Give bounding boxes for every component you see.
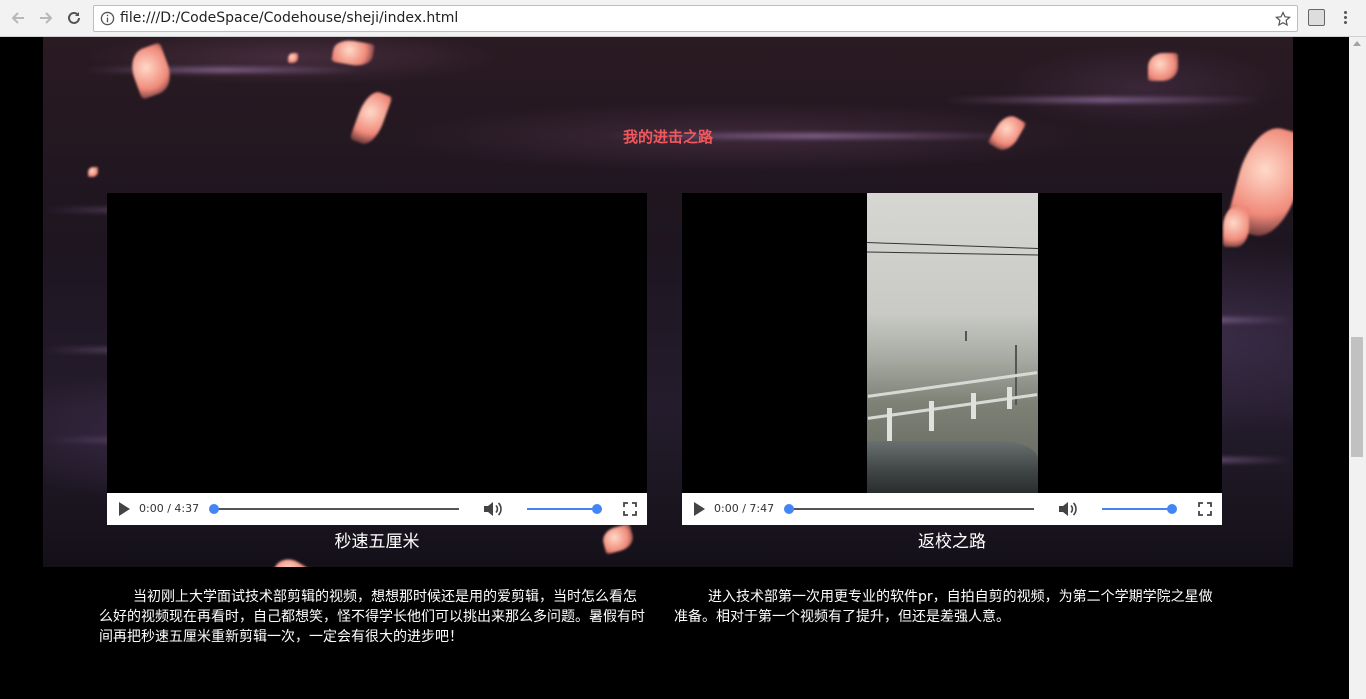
- video-player-2[interactable]: 0:00 / 7:47: [682, 193, 1222, 525]
- reload-icon[interactable]: [63, 7, 85, 29]
- seek-handle[interactable]: [209, 504, 219, 514]
- video-description-1: 当初刚上大学面试技术部剪辑的视频，想想那时候还是用的爱剪辑，当时怎么看怎么好的视…: [99, 589, 645, 645]
- scroll-up-icon[interactable]: [1353, 41, 1361, 46]
- video-controls: 0:00 / 4:37: [107, 493, 647, 525]
- video-thumbnail: [867, 193, 1038, 493]
- back-arrow-icon[interactable]: [7, 7, 29, 29]
- bookmark-star-icon[interactable]: [1275, 11, 1291, 27]
- scrollbar-thumb[interactable]: [1351, 337, 1363, 457]
- seek-bar[interactable]: [209, 504, 459, 514]
- section-title: 我的进击之路: [622, 128, 713, 146]
- forward-arrow-icon[interactable]: [35, 7, 57, 29]
- volume-slider[interactable]: [1102, 504, 1177, 514]
- video-description-2: 进入技术部第一次用更专业的软件pr，自拍自剪的视频，为第二个学期学院之星做准备。…: [674, 589, 1213, 625]
- seek-bar[interactable]: [784, 504, 1034, 514]
- play-icon[interactable]: [119, 502, 130, 516]
- video-player-1[interactable]: 0:00 / 4:37: [107, 193, 647, 525]
- video-frame[interactable]: [107, 193, 647, 493]
- page-viewport: 我的进击之路 0:00 / 4:37 秒速五厘米 当初刚上大学面试技术部剪辑的视…: [0, 37, 1349, 699]
- address-bar[interactable]: file:///D:/CodeSpace/Codehouse/sheji/ind…: [93, 5, 1298, 32]
- url-text: file:///D:/CodeSpace/Codehouse/sheji/ind…: [120, 10, 459, 26]
- video-time: 0:00 / 7:47: [714, 502, 775, 515]
- fullscreen-icon[interactable]: [623, 502, 637, 516]
- volume-icon[interactable]: [1058, 501, 1078, 517]
- seek-handle[interactable]: [784, 504, 794, 514]
- info-icon[interactable]: [100, 11, 115, 26]
- video-caption-2: 返校之路: [918, 532, 986, 552]
- volume-handle[interactable]: [592, 504, 602, 514]
- play-icon[interactable]: [694, 502, 705, 516]
- volume-slider[interactable]: [527, 504, 602, 514]
- vertical-scrollbar[interactable]: [1349, 37, 1366, 699]
- menu-icon[interactable]: [1338, 9, 1352, 27]
- video-caption-1: 秒速五厘米: [334, 532, 420, 552]
- video-frame[interactable]: [682, 193, 1222, 493]
- volume-icon[interactable]: [483, 501, 503, 517]
- video-controls: 0:00 / 7:47: [682, 493, 1222, 525]
- browser-toolbar: file:///D:/CodeSpace/Codehouse/sheji/ind…: [0, 0, 1366, 37]
- video-time: 0:00 / 4:37: [139, 502, 200, 515]
- extension-icon[interactable]: [1308, 9, 1325, 26]
- volume-handle[interactable]: [1167, 504, 1177, 514]
- fullscreen-icon[interactable]: [1198, 502, 1212, 516]
